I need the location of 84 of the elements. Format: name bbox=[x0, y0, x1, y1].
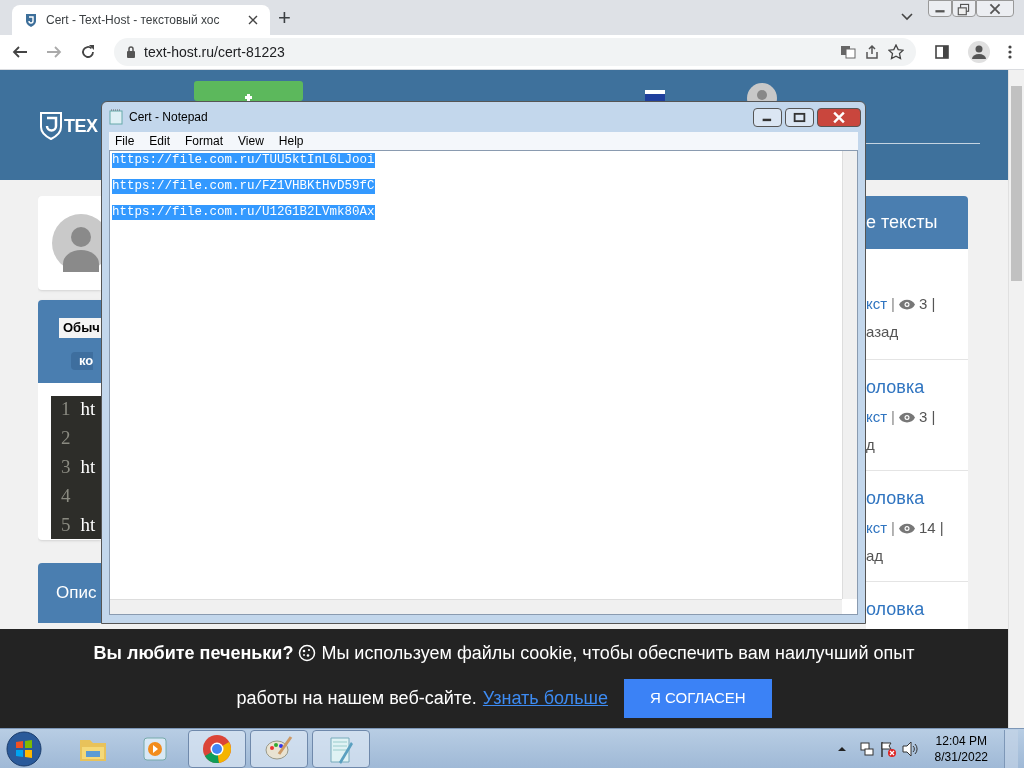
cookie-message: Мы используем файлы cookie, чтобы обеспечить вам наилучший опыт bbox=[321, 641, 915, 665]
line-number: 3 bbox=[61, 455, 71, 480]
menu-item[interactable]: Help bbox=[278, 132, 304, 150]
window-title: Cert - Notepad bbox=[129, 109, 209, 126]
time-ago: азад bbox=[866, 323, 900, 341]
time-ago: ад bbox=[866, 547, 885, 565]
view-count: 3 | bbox=[919, 408, 936, 426]
sidebar-heading: е тексты bbox=[866, 211, 938, 234]
site-favicon-icon bbox=[24, 13, 38, 27]
network-icon[interactable] bbox=[858, 740, 875, 757]
url-text: text-host.ru/cert-81223 bbox=[144, 42, 286, 62]
time-ago: д bbox=[866, 436, 876, 454]
maximize-window-icon[interactable] bbox=[785, 107, 814, 127]
logo-text[interactable]: TEX bbox=[64, 117, 98, 135]
separator: | bbox=[891, 519, 895, 537]
chrome-icon bbox=[202, 733, 232, 764]
back-icon[interactable] bbox=[12, 44, 28, 60]
separator: | bbox=[891, 295, 895, 313]
code-text: ht bbox=[80, 397, 96, 422]
menu-item[interactable]: View bbox=[238, 132, 264, 150]
menu-item[interactable]: Format bbox=[185, 132, 224, 150]
chevron-down-icon[interactable] bbox=[901, 13, 913, 21]
close-window-icon[interactable] bbox=[817, 107, 861, 127]
text-title-link[interactable]: оловка bbox=[866, 376, 968, 398]
line-number: 5 bbox=[61, 513, 71, 538]
text-title-link[interactable]: оловка bbox=[866, 487, 968, 509]
new-tab-button[interactable]: + bbox=[278, 7, 291, 29]
side-panel-icon[interactable] bbox=[934, 44, 950, 60]
flag-icon[interactable] bbox=[645, 90, 665, 101]
menu-icon[interactable] bbox=[1008, 44, 1012, 60]
menu-item[interactable]: File bbox=[115, 132, 135, 150]
bookmark-star-icon[interactable] bbox=[888, 44, 904, 60]
view-count: 3 | bbox=[919, 295, 936, 313]
cookie-message: работы на нашем веб-сайте. bbox=[236, 686, 477, 710]
paint-taskbar-button[interactable] bbox=[250, 729, 308, 768]
text-editor[interactable]: https://file.com.ru/TUU5ktInL6LJooi https://file.com.ru/FZ1VHBKtHvD59fC https://file.com.ru/U12G1B2LVmk80Ax bbox=[109, 150, 858, 615]
close-window-icon[interactable] bbox=[976, 0, 1014, 17]
restore-window-icon[interactable] bbox=[952, 0, 976, 17]
page-scrollbar[interactable] bbox=[1008, 70, 1024, 728]
copy-button[interactable]: ко bbox=[71, 352, 94, 370]
minimize-window-icon[interactable] bbox=[928, 0, 952, 17]
author-link[interactable]: кст bbox=[866, 408, 888, 426]
eye-icon bbox=[899, 411, 915, 423]
reload-icon[interactable] bbox=[80, 44, 96, 60]
text-title-link[interactable]: оловка bbox=[866, 598, 968, 620]
action-center-flag-icon[interactable] bbox=[878, 739, 897, 758]
eye-icon bbox=[899, 522, 915, 534]
lock-icon bbox=[126, 46, 136, 58]
tray-expand-icon[interactable] bbox=[836, 745, 847, 752]
section-heading: Опис bbox=[56, 582, 97, 605]
author-link[interactable]: кст bbox=[866, 519, 888, 537]
separator: | bbox=[891, 408, 895, 426]
shield-logo-icon[interactable] bbox=[40, 112, 62, 140]
line-number: 4 bbox=[61, 484, 71, 509]
volume-icon[interactable] bbox=[900, 740, 919, 757]
translate-icon[interactable] bbox=[840, 44, 856, 60]
horizontal-scrollbar[interactable] bbox=[110, 599, 842, 614]
line-number: 2 bbox=[61, 426, 71, 451]
eye-icon bbox=[899, 298, 915, 310]
cookie-icon bbox=[298, 644, 317, 662]
notepad-icon bbox=[109, 109, 123, 125]
share-icon[interactable] bbox=[864, 44, 880, 60]
media-icon bbox=[141, 734, 169, 763]
close-icon[interactable] bbox=[248, 15, 258, 25]
address-bar[interactable]: text-host.ru/cert-81223 bbox=[114, 38, 916, 66]
cookie-question: Вы любите печеньки? bbox=[93, 641, 294, 665]
browser-tab[interactable]: Cert - Text-Host - текстовый хос bbox=[12, 5, 270, 35]
code-text: ht bbox=[80, 455, 96, 480]
chrome-taskbar-button[interactable] bbox=[188, 729, 246, 768]
vertical-scrollbar[interactable] bbox=[842, 151, 857, 599]
clock[interactable]: 12:04 PM 8/31/2022 bbox=[934, 732, 988, 765]
notepad-taskbar-button[interactable] bbox=[312, 729, 370, 768]
profile-icon[interactable] bbox=[968, 41, 990, 63]
syntax-select[interactable]: Обыч bbox=[59, 318, 101, 338]
menu-item[interactable]: Edit bbox=[149, 132, 171, 150]
view-count: 14 | bbox=[919, 519, 944, 537]
line-number: 1 bbox=[61, 397, 71, 422]
tab-title: Cert - Text-Host - текстовый хос bbox=[46, 12, 221, 29]
author-link[interactable]: кст bbox=[866, 295, 888, 313]
learn-more-link[interactable]: Узнать больше bbox=[482, 684, 608, 712]
accept-button[interactable]: Я СОГЛАСЕН bbox=[623, 678, 772, 718]
start-button[interactable] bbox=[6, 730, 42, 767]
minimize-window-icon[interactable] bbox=[753, 107, 782, 127]
code-text: ht bbox=[80, 513, 96, 538]
